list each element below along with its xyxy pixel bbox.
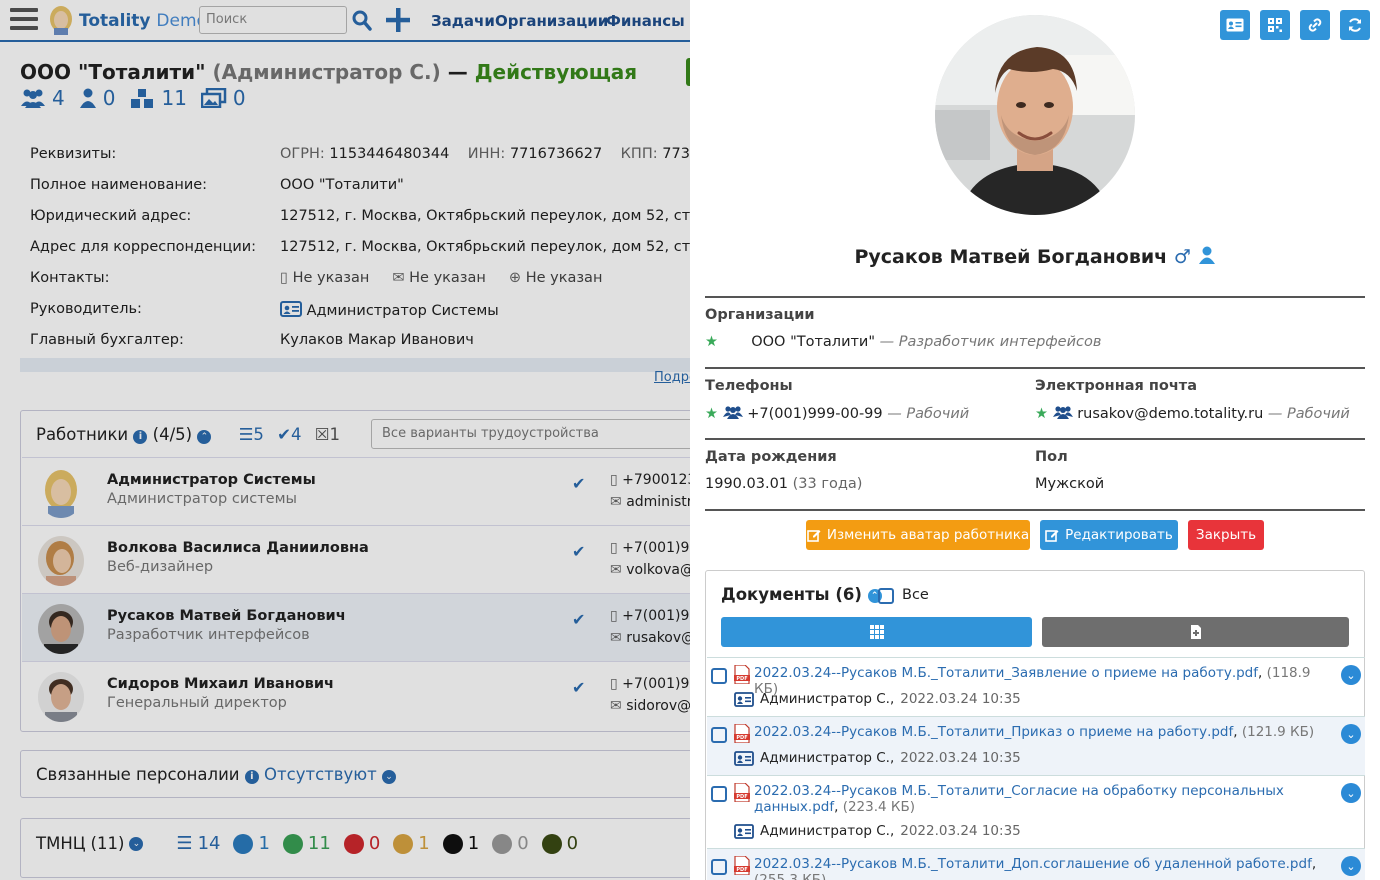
users-icon <box>1052 406 1073 419</box>
document-checkbox[interactable] <box>711 786 727 802</box>
document-row[interactable]: PDF 2022.03.24--Русаков М.Б._Тоталити_Со… <box>707 775 1365 848</box>
document-meta: Администратор С., 2022.03.24 10:35 <box>734 750 1021 766</box>
divider <box>705 438 1365 440</box>
gender-label: Пол <box>1035 449 1068 465</box>
id-card-icon <box>734 823 754 839</box>
documents-title: Документы (6) ⌃ <box>721 585 882 604</box>
document-row[interactable]: PDF 2022.03.24--Русаков М.Б._Тоталити_Пр… <box>707 716 1365 775</box>
id-card-icon <box>1226 18 1244 32</box>
organization-entry[interactable]: ★ ООО "Тоталити" — Разработчик интерфейс… <box>705 334 1101 350</box>
birthdate-value: 1990.03.01 (33 года) <box>705 476 863 492</box>
chevron-down-icon[interactable]: ⌄ <box>1341 665 1361 685</box>
divider <box>705 367 1365 369</box>
close-button[interactable]: Закрыть <box>1188 520 1264 550</box>
document-checkbox[interactable] <box>711 859 727 875</box>
qr-button[interactable] <box>1260 10 1290 40</box>
employee-name: Русаков Матвей Богданович ♂ <box>690 246 1380 268</box>
refresh-icon <box>1349 18 1361 32</box>
chevron-down-icon[interactable]: ⌄ <box>1341 783 1361 803</box>
pdf-icon: PDF <box>734 724 750 743</box>
divider <box>705 296 1365 298</box>
star-icon: ★ <box>1035 406 1048 422</box>
document-row[interactable]: PDF 2022.03.24--Русаков М.Б._Тоталити_За… <box>707 657 1365 716</box>
document-meta: Администратор С., 2022.03.24 10:35 <box>734 691 1021 707</box>
birthdate-label: Дата рождения <box>705 449 837 465</box>
id-card-icon <box>734 691 754 707</box>
chevron-down-icon[interactable]: ⌄ <box>1341 724 1361 744</box>
employee-panel: Русаков Матвей Богданович ♂ Организации … <box>690 0 1380 880</box>
link-button[interactable] <box>1300 10 1330 40</box>
svg-text:PDF: PDF <box>736 867 747 873</box>
users-icon <box>722 406 743 419</box>
pdf-icon: PDF <box>734 665 750 684</box>
document-meta: Администратор С., 2022.03.24 10:35 <box>734 823 1021 839</box>
card-view-button[interactable] <box>1220 10 1250 40</box>
phones-label: Телефоны <box>705 378 793 394</box>
male-icon: ♂ <box>1173 246 1191 268</box>
edit-icon <box>1045 530 1059 542</box>
phone-entry[interactable]: ★ +7(001)999-00-99 — Рабочий <box>705 405 969 422</box>
link-icon <box>1308 18 1322 32</box>
document-checkbox[interactable] <box>711 668 727 684</box>
document-link[interactable]: 2022.03.24--Русаков М.Б._Тоталити_Соглас… <box>754 783 1334 815</box>
svg-text:PDF: PDF <box>736 794 747 800</box>
svg-text:PDF: PDF <box>736 735 747 741</box>
document-row[interactable]: PDF 2022.03.24--Русаков М.Б._Тоталити_До… <box>707 848 1365 880</box>
id-card-icon <box>734 750 754 766</box>
file-icon <box>1190 625 1201 639</box>
refresh-button[interactable] <box>1340 10 1370 40</box>
change-avatar-button[interactable]: Изменить аватар работника <box>806 520 1030 550</box>
divider <box>705 509 1365 511</box>
add-document-button[interactable] <box>1042 617 1349 647</box>
document-checkbox[interactable] <box>711 727 727 743</box>
pdf-icon: PDF <box>734 783 750 802</box>
qr-code-icon <box>1268 18 1282 32</box>
document-link[interactable]: 2022.03.24--Русаков М.Б._Тоталити_Приказ… <box>754 724 1334 740</box>
gender-value: Мужской <box>1035 476 1105 492</box>
pdf-icon: PDF <box>734 856 750 875</box>
svg-text:PDF: PDF <box>736 676 747 682</box>
employee-photo <box>935 15 1135 215</box>
email-label: Электронная почта <box>1035 378 1197 394</box>
star-icon: ★ <box>705 334 718 350</box>
document-link[interactable]: 2022.03.24--Русаков М.Б._Тоталити_Доп.со… <box>754 856 1334 880</box>
grid-view-button[interactable] <box>721 617 1032 647</box>
star-icon: ★ <box>705 406 718 422</box>
chevron-down-icon[interactable]: ⌄ <box>1341 856 1361 876</box>
documents-card: Документы (6) ⌃ Все PDF 2022.03.24--Руса… <box>705 570 1365 880</box>
grid-icon <box>869 625 884 639</box>
user-icon <box>1198 246 1215 264</box>
select-all-label: Все <box>902 587 929 603</box>
edit-icon <box>807 530 821 542</box>
email-entry[interactable]: ★ rusakov@demo.totality.ru — Рабочий <box>1035 405 1350 422</box>
select-all-checkbox[interactable] <box>878 588 894 604</box>
organizations-label: Организации <box>705 307 815 323</box>
edit-button[interactable]: Редактировать <box>1040 520 1178 550</box>
